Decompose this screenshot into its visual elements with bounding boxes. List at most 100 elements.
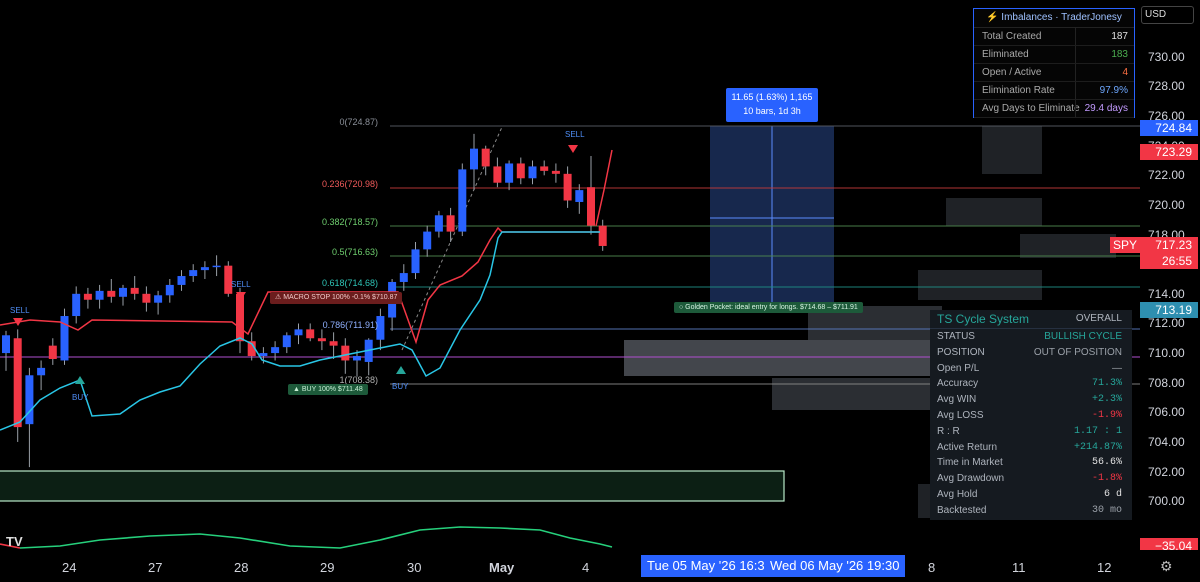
candle-body: [259, 353, 268, 357]
candle: [95, 284, 104, 309]
candle: [224, 261, 233, 297]
candle: [119, 284, 127, 306]
imbalances-row-label: Open / Active: [982, 67, 1042, 78]
candle: [271, 341, 280, 361]
fib-level-label: 0(724.87): [339, 117, 378, 127]
currency-selector[interactable]: USD: [1141, 6, 1194, 24]
fib-level-label: 0.5(716.63): [331, 247, 378, 257]
candle-body: [446, 215, 455, 232]
candle: [575, 184, 584, 214]
candle-body: [200, 267, 209, 271]
ts-cycle-row: Open P/L —: [930, 361, 1132, 377]
candle: [72, 286, 81, 324]
imbalances-title: ⚡ Imbalances · TraderJonesy: [974, 9, 1134, 28]
cyan-level-price-label: 713.19: [1140, 302, 1198, 318]
candle-body: [317, 338, 326, 342]
sell-signal-label: SELL: [565, 130, 585, 139]
price-tick-label: 722.00: [1148, 168, 1185, 183]
candle-body: [72, 293, 81, 317]
candle: [551, 163, 560, 183]
demand-zone: [0, 470, 785, 502]
candle: [60, 308, 69, 365]
symbol-badge: SPY: [1110, 237, 1140, 253]
fib-level-label: 0.786(711.91): [322, 320, 378, 330]
volume-profile-block: [624, 340, 942, 376]
ts-cycle-row-value: +2.3%: [1091, 394, 1122, 406]
candle: [446, 207, 455, 242]
red-level-price-label: 723.29: [1140, 144, 1198, 160]
candle: [2, 330, 10, 371]
candle-body: [142, 293, 151, 303]
volume-profile-block: [946, 198, 1042, 226]
ts-cycle-row-value: OUT OF POSITION: [1033, 346, 1122, 358]
candle: [470, 133, 478, 191]
ts-cycle-row-label: Accuracy: [937, 378, 979, 390]
volume-profile-block: [982, 126, 1042, 174]
ts-cycle-table: TS Cycle System OVERALL STATUS BULLISH CY…: [930, 310, 1132, 520]
ts-cycle-row-label: Avg WIN: [937, 394, 977, 406]
candle-body: [189, 270, 198, 277]
price-tick-label: 730.00: [1148, 49, 1185, 64]
ts-cycle-row-label: Avg LOSS: [937, 409, 984, 421]
candle-body: [563, 173, 572, 201]
crosshair-time-chip-2: Wed 06 May '26 19:30: [764, 555, 906, 577]
candle-body: [2, 335, 10, 354]
ts-cycle-row-value: 71.3%: [1091, 378, 1122, 390]
candle-body: [13, 338, 22, 428]
price-tick-label: 710.00: [1148, 346, 1185, 361]
ts-cycle-row: Accuracy 71.3%: [930, 376, 1132, 392]
time-tick-label: 4: [582, 560, 590, 575]
candle: [505, 160, 514, 191]
imbalances-row-label: Elimination Rate: [982, 85, 1055, 96]
candle-body: [505, 163, 514, 183]
price-tick-label: 720.00: [1148, 197, 1185, 212]
imbalances-row: Elimination Rate 97.9%: [974, 82, 1134, 100]
imbalances-row-value: 29.4 days: [1075, 100, 1134, 117]
buy-marker: [75, 376, 85, 384]
imbalances-row-label: Total Created: [982, 31, 1042, 42]
candle-body: [119, 287, 127, 297]
ts-cycle-row: Avg WIN +2.3%: [930, 392, 1132, 408]
ts-cycle-row-label: Time in Market: [937, 457, 1003, 469]
imbalances-table: ⚡ Imbalances · TraderJonesy Total Create…: [973, 8, 1135, 118]
time-tick-label: May: [489, 560, 515, 575]
volume-profile-block: [918, 270, 1042, 300]
candle-body: [528, 166, 537, 179]
ts-cycle-row: Avg Hold 6 d: [930, 487, 1132, 503]
candle: [388, 279, 397, 331]
candle: [13, 329, 22, 442]
candle-body: [177, 276, 186, 285]
tradingview-logo[interactable]: TV: [6, 534, 23, 549]
candle: [458, 163, 467, 237]
candle: [434, 210, 443, 238]
imbalances-row-value: 187: [1075, 28, 1134, 45]
settings-gear-icon[interactable]: ⚙: [1160, 558, 1173, 575]
crosshair-time-chip-1: Tue 05 May '26 16:3: [641, 555, 771, 577]
ts-cycle-row-value: 6 d: [1103, 488, 1122, 500]
candle-body: [481, 148, 490, 167]
candle: [329, 332, 338, 359]
measure-tooltip: 11.65 (1.63%) 1,165 10 bars, 1d 3h: [726, 88, 818, 122]
buy-flag-label: ▲ BUY 100% $711.48: [288, 384, 368, 395]
ts-cycle-row: STATUS BULLISH CYCLE: [930, 329, 1132, 345]
ts-cycle-row: R : R 1.17 : 1: [930, 424, 1132, 440]
ts-cycle-row-value: BULLISH CYCLE: [1044, 331, 1122, 342]
candle: [200, 261, 209, 279]
current-price-label: 717.23: [1140, 237, 1198, 253]
candle: [107, 279, 116, 303]
macro-stop-label: ⚠ MACRO STOP 100% -0.1% $710.87: [270, 292, 403, 304]
candle: [25, 367, 34, 468]
candle: [423, 225, 432, 257]
candle-body: [540, 166, 549, 171]
candle-body: [236, 293, 244, 342]
time-tick-label: 24: [62, 560, 77, 575]
price-tick-label: 714.00: [1148, 286, 1185, 301]
time-tick-label: 8: [928, 560, 936, 575]
candle-body: [329, 341, 338, 346]
fib-level-label: 0.236(720.98): [321, 179, 378, 189]
ts-cycle-row-value: +214.87%: [1073, 441, 1122, 453]
ts-cycle-row: POSITION OUT OF POSITION: [930, 345, 1132, 361]
candle: [165, 279, 174, 303]
volume-profile-block: [772, 378, 942, 410]
imbalances-row: Eliminated 183: [974, 46, 1134, 64]
